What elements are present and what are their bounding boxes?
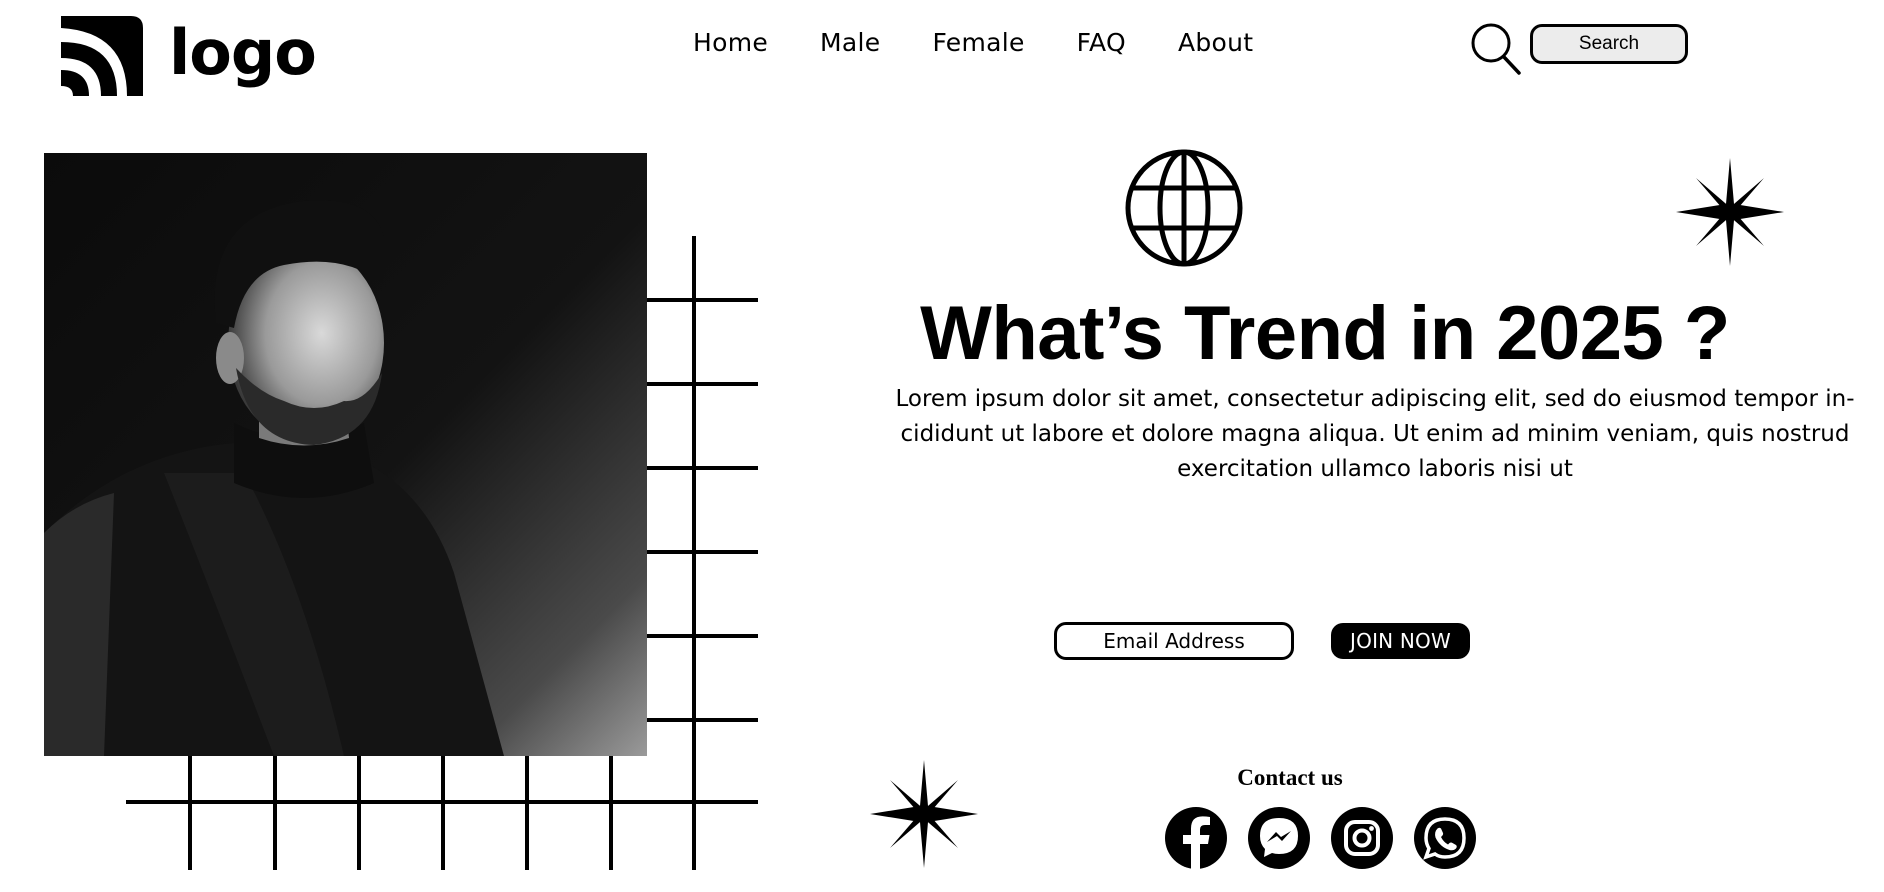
logo-mark-icon — [61, 16, 143, 96]
social-links — [1164, 806, 1477, 870]
hero-body-text: Lorem ipsum dolor sit amet, consectetur … — [895, 386, 1855, 482]
sparkle-star-icon-bottom — [870, 760, 978, 868]
hero-portrait-image — [44, 153, 647, 756]
nav-female[interactable]: Female — [932, 28, 1024, 57]
email-field[interactable] — [1054, 622, 1294, 660]
hero-headline: What’s Trend in 2025 ? — [920, 291, 1730, 376]
contact-label: Contact us — [1237, 765, 1343, 790]
search-icon[interactable] — [1470, 22, 1522, 76]
whatsapp-icon[interactable] — [1413, 806, 1477, 870]
sparkle-star-icon — [1676, 158, 1784, 266]
globe-icon — [1125, 149, 1243, 267]
nav-faq[interactable]: FAQ — [1077, 28, 1126, 57]
instagram-icon[interactable] — [1330, 806, 1394, 870]
join-now-button[interactable]: JOIN NOW — [1331, 623, 1470, 659]
logo[interactable]: logo — [57, 12, 317, 100]
logo-text: logo — [169, 16, 317, 89]
nav-about[interactable]: About — [1178, 28, 1253, 57]
search-input[interactable] — [1530, 24, 1688, 64]
nav-home[interactable]: Home — [693, 28, 768, 57]
main-nav: Home Male Female FAQ About — [693, 28, 1253, 57]
messenger-icon[interactable] — [1247, 806, 1311, 870]
nav-male[interactable]: Male — [820, 28, 880, 57]
facebook-icon[interactable] — [1164, 806, 1228, 870]
